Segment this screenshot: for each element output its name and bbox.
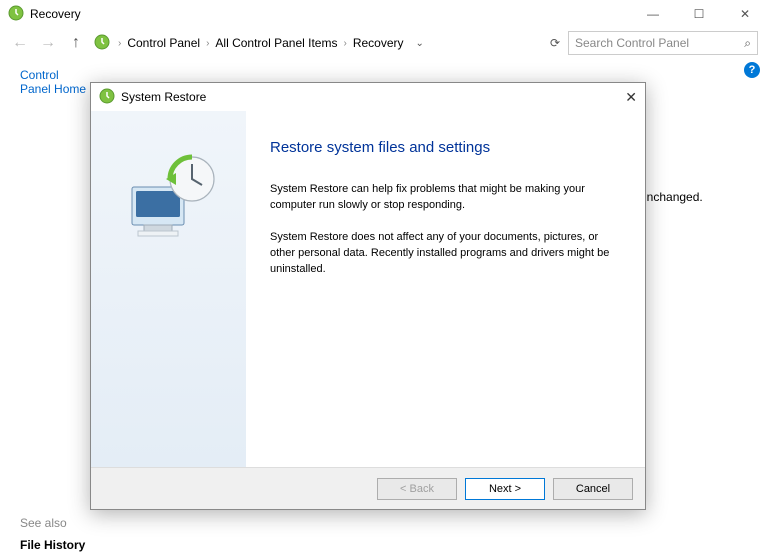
forward-button[interactable]: → [38, 34, 58, 52]
chevron-right-icon: › [206, 38, 209, 49]
system-restore-dialog: System Restore ✕ Restore system files an… [90, 82, 646, 510]
help-icon[interactable]: ? [744, 62, 760, 78]
chevron-right-icon: › [343, 38, 346, 49]
see-also-label: See also [20, 516, 90, 530]
dialog-paragraph-2: System Restore does not affect any of yo… [270, 230, 621, 278]
breadcrumb[interactable]: › Control Panel › All Control Panel Item… [118, 36, 542, 50]
dialog-title: System Restore [121, 90, 206, 104]
maximize-button[interactable]: ☐ [676, 0, 722, 28]
breadcrumb-item[interactable]: All Control Panel Items [215, 36, 337, 50]
breadcrumb-item[interactable]: Recovery [353, 36, 404, 50]
cancel-button[interactable]: Cancel [553, 478, 633, 500]
system-restore-icon [99, 88, 115, 107]
dialog-paragraph-1: System Restore can help fix problems tha… [270, 182, 621, 214]
dialog-heading: Restore system files and settings [270, 139, 621, 156]
recovery-icon [8, 5, 24, 24]
back-button: < Back [377, 478, 457, 500]
control-panel-home-link[interactable]: Control Panel Home [20, 68, 90, 96]
search-icon: ⌕ [744, 36, 751, 51]
breadcrumb-item[interactable]: Control Panel [127, 36, 200, 50]
dialog-close-button[interactable]: ✕ [607, 89, 637, 106]
chevron-down-icon[interactable]: ⌄ [416, 38, 424, 49]
refresh-button[interactable]: ⟳ [550, 36, 560, 50]
window-close-button[interactable]: ✕ [722, 0, 768, 28]
search-input[interactable]: Search Control Panel ⌕ [568, 31, 758, 55]
minimize-button[interactable]: — [630, 0, 676, 28]
search-placeholder: Search Control Panel [575, 36, 689, 50]
back-button[interactable]: ← [10, 34, 30, 52]
next-button[interactable]: Next > [465, 478, 545, 500]
chevron-right-icon: › [118, 38, 121, 49]
file-history-link[interactable]: File History [20, 538, 90, 552]
window-title: Recovery [30, 7, 81, 21]
system-restore-graphic [114, 151, 224, 244]
address-bar-icon [94, 34, 110, 53]
up-button[interactable]: ↑ [66, 34, 86, 52]
